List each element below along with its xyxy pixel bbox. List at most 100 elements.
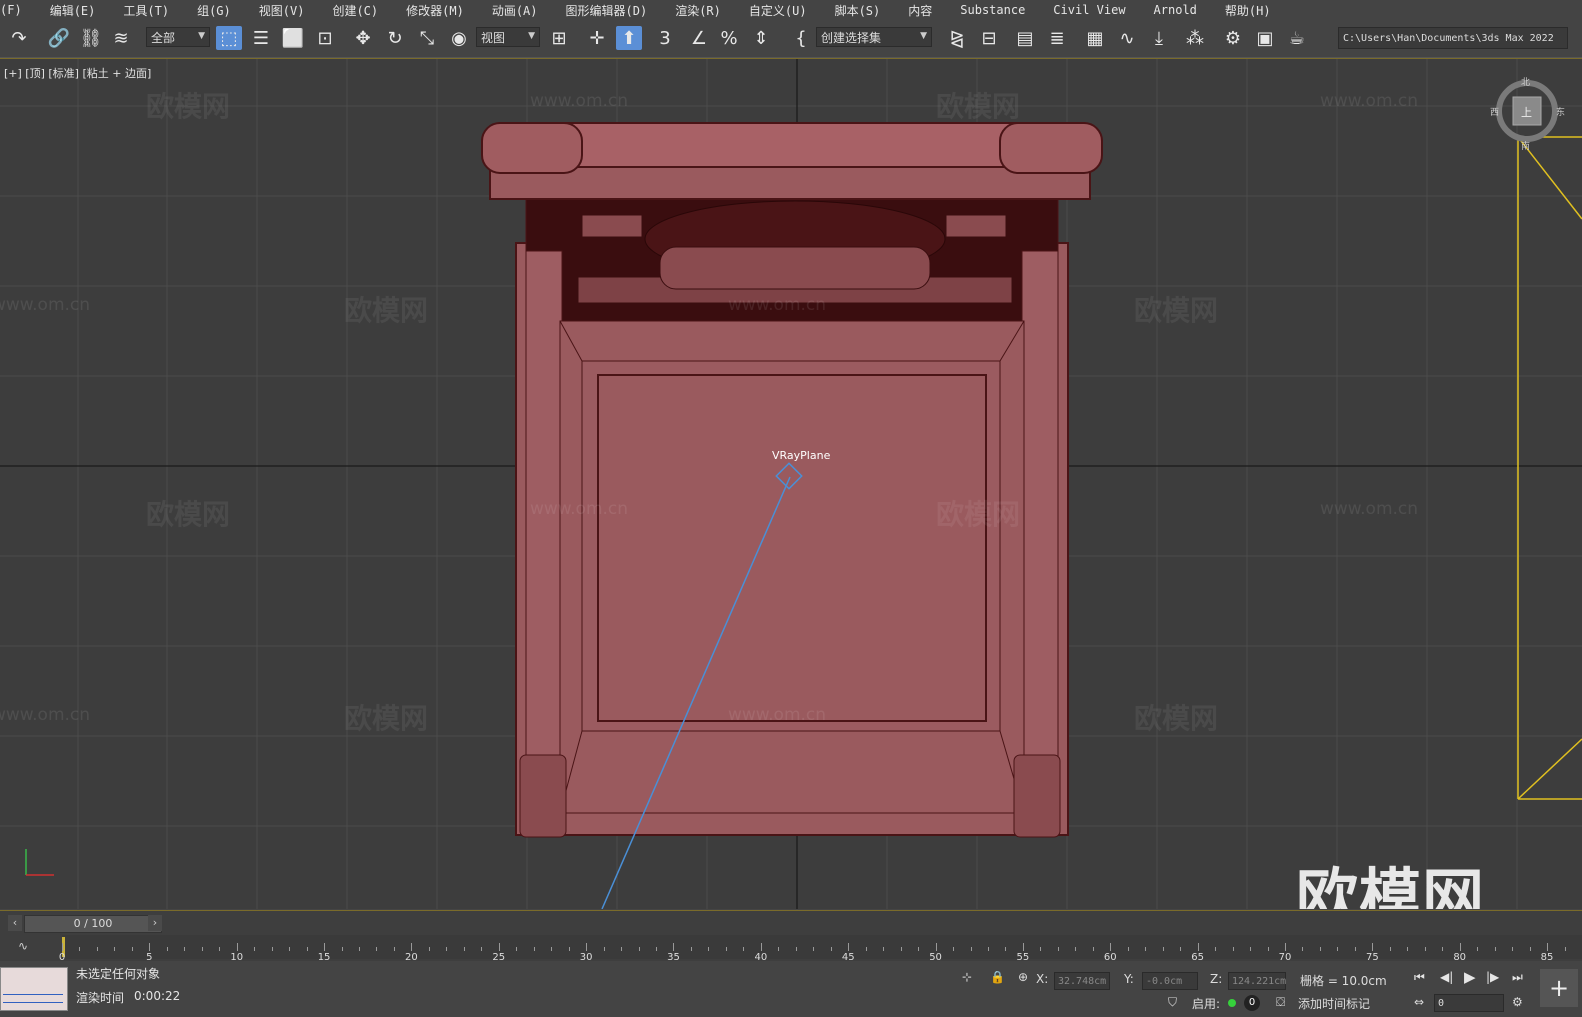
- menu-create[interactable]: 创建(C): [318, 2, 392, 19]
- viewcube-north[interactable]: 北: [1521, 75, 1530, 88]
- timeline-tick: [1145, 947, 1147, 951]
- project-path-field[interactable]: C:\Users\Han\Documents\3ds Max 2022: [1338, 27, 1568, 49]
- menu-animation[interactable]: 动画(A): [478, 2, 552, 19]
- x-coord-field[interactable]: 32.748cm: [1054, 972, 1110, 990]
- schematic-view-icon[interactable]: ⤓: [1146, 26, 1172, 50]
- select-by-name-icon[interactable]: ☰: [248, 26, 274, 50]
- viewcube-top-face[interactable]: 上: [1521, 104, 1532, 120]
- redo-icon[interactable]: ↷: [6, 26, 32, 50]
- menu-tools[interactable]: 工具(T): [109, 2, 183, 19]
- key-mode-icon[interactable]: ⇔: [1414, 995, 1424, 1009]
- go-to-end-icon[interactable]: ⏭: [1512, 970, 1523, 985]
- material-editor-icon[interactable]: ⁂: [1182, 26, 1208, 50]
- selection-filter-dropdown[interactable]: 全部 ▼: [146, 27, 210, 47]
- viewcube-south[interactable]: 南: [1521, 139, 1530, 152]
- z-coord-label: Z:: [1210, 972, 1223, 986]
- time-slider[interactable]: 0 / 100: [24, 915, 162, 933]
- x-coord-value: 32.748cm: [1058, 975, 1107, 987]
- add-time-tag-label[interactable]: 添加时间标记: [1298, 995, 1370, 1012]
- time-tag-icon[interactable]: ⛋: [1276, 995, 1285, 1010]
- reference-coordinate-dropdown[interactable]: 视图 ▼: [476, 27, 540, 47]
- ribbon-toggle-icon[interactable]: ▦: [1082, 26, 1108, 50]
- menu-substance[interactable]: Substance: [946, 3, 1039, 17]
- named-selection-set-dropdown[interactable]: 创建选择集 ▼: [816, 27, 932, 47]
- current-frame-field[interactable]: 0: [1434, 994, 1504, 1012]
- maxscript-listener-thumbnail[interactable]: [0, 967, 68, 1011]
- selection-lock-icon[interactable]: 🔒: [990, 970, 1005, 984]
- furniture-model[interactable]: [481, 122, 1103, 838]
- time-configuration-icon[interactable]: ⚙: [1512, 995, 1523, 1009]
- menu-modifiers[interactable]: 修改器(M): [392, 2, 478, 19]
- timeline-tick: [1564, 947, 1566, 951]
- timeline-tick: [149, 943, 151, 951]
- timeline-tick: [411, 943, 413, 951]
- unlink-icon[interactable]: ⛓: [78, 26, 104, 50]
- go-to-start-icon[interactable]: ⏮: [1414, 970, 1425, 985]
- menu-graph-editors[interactable]: 图形编辑器(D): [552, 2, 662, 19]
- scene-explorer-icon[interactable]: ▤: [1012, 26, 1038, 50]
- previous-key-icon[interactable]: ◀|: [1440, 970, 1453, 984]
- scale-icon[interactable]: ⤡: [414, 26, 440, 50]
- mirror-icon[interactable]: ⧎: [944, 26, 970, 50]
- render-production-icon[interactable]: ☕: [1284, 26, 1310, 50]
- viewport-label[interactable]: [+] [顶] [标准] [粘土 + 边面]: [4, 65, 151, 81]
- time-track[interactable]: 0 5 10 15 20 25 30 35 40 45 50 55 60 65 70 75 80 85: [59, 935, 1582, 963]
- timeline-tick: [306, 947, 308, 951]
- watermark-url: www.om.cn: [1320, 91, 1419, 111]
- watermark: 欧模网: [344, 294, 429, 327]
- adaptive-degradation-icon[interactable]: ⛉: [1168, 995, 1177, 1010]
- z-coord-field[interactable]: 124.221cm: [1228, 972, 1286, 990]
- place-icon[interactable]: ◉: [446, 26, 472, 50]
- watermark-url: www.om.cn: [1320, 499, 1419, 519]
- percent-snap-icon[interactable]: %: [716, 26, 742, 50]
- top-viewport[interactable]: [+] [顶] [标准] [粘土 + 边面] 欧模网 www.om.cn 欧模网…: [0, 58, 1582, 909]
- menu-file[interactable]: (F): [0, 3, 36, 17]
- viewcube-east[interactable]: 东: [1556, 105, 1565, 118]
- next-frame-icon[interactable]: ›: [148, 915, 162, 931]
- y-coord-label: Y:: [1124, 972, 1134, 986]
- timeline-tick: [1372, 943, 1374, 951]
- play-icon[interactable]: ▶: [1464, 968, 1476, 986]
- rotate-icon[interactable]: ↻: [382, 26, 408, 50]
- snaps-3d-icon[interactable]: 3: [652, 26, 678, 50]
- select-object-icon[interactable]: ⬚: [216, 26, 242, 50]
- viewcube-west[interactable]: 西: [1490, 105, 1499, 118]
- y-coord-field[interactable]: -0.0cm: [1142, 972, 1198, 990]
- menu-scripting[interactable]: 脚本(S): [821, 2, 895, 19]
- layer-explorer-icon[interactable]: ≣: [1044, 26, 1070, 50]
- menu-help[interactable]: 帮助(H): [1211, 2, 1285, 19]
- menu-rendering[interactable]: 渲染(R): [661, 2, 735, 19]
- pivot-center-icon[interactable]: ⊞: [546, 26, 572, 50]
- reference-coordinate-value: 视图: [481, 30, 506, 45]
- menu-arnold[interactable]: Arnold: [1140, 3, 1211, 17]
- rectangular-selection-icon[interactable]: ⬜: [280, 26, 306, 50]
- edit-named-selection-icon[interactable]: {: [788, 26, 814, 50]
- menu-civil-view[interactable]: Civil View: [1039, 3, 1139, 17]
- link-icon[interactable]: 🔗: [46, 26, 72, 50]
- angle-snap-icon[interactable]: ∠: [686, 26, 712, 50]
- align-icon[interactable]: ⊟: [976, 26, 1002, 50]
- prev-frame-icon[interactable]: ‹: [8, 915, 22, 931]
- curve-editor-mini-icon[interactable]: ∿: [18, 939, 28, 953]
- create-panel-plus-icon[interactable]: +: [1540, 969, 1578, 1007]
- rendered-frame-window-icon[interactable]: ▣: [1252, 26, 1278, 50]
- y-coord-value: -0.0cm: [1146, 975, 1183, 987]
- move-icon[interactable]: ✥: [350, 26, 376, 50]
- menu-customize[interactable]: 自定义(U): [735, 2, 821, 19]
- menu-views[interactable]: 视图(V): [245, 2, 319, 19]
- window-crossing-icon[interactable]: ⊡: [312, 26, 338, 50]
- menu-content[interactable]: 内容: [894, 2, 946, 19]
- spinner-snap-icon[interactable]: ⇕: [748, 26, 774, 50]
- menu-edit[interactable]: 编辑(E): [36, 2, 110, 19]
- curve-editor-icon[interactable]: ∿: [1114, 26, 1140, 50]
- isolate-selection-icon[interactable]: ⊹: [962, 970, 972, 984]
- enable-count[interactable]: 0: [1244, 995, 1260, 1011]
- snap-toggle-icon[interactable]: ⬆: [616, 26, 642, 50]
- menu-group[interactable]: 组(G): [183, 2, 245, 19]
- keyboard-shortcut-override-icon[interactable]: ✛: [584, 26, 610, 50]
- z-coord-value: 124.221cm: [1232, 975, 1287, 987]
- render-setup-icon[interactable]: ⚙: [1220, 26, 1246, 50]
- bind-space-warp-icon[interactable]: ≋: [108, 26, 134, 50]
- absolute-mode-icon[interactable]: ⊕: [1018, 970, 1028, 984]
- next-key-icon[interactable]: |▶: [1486, 970, 1499, 984]
